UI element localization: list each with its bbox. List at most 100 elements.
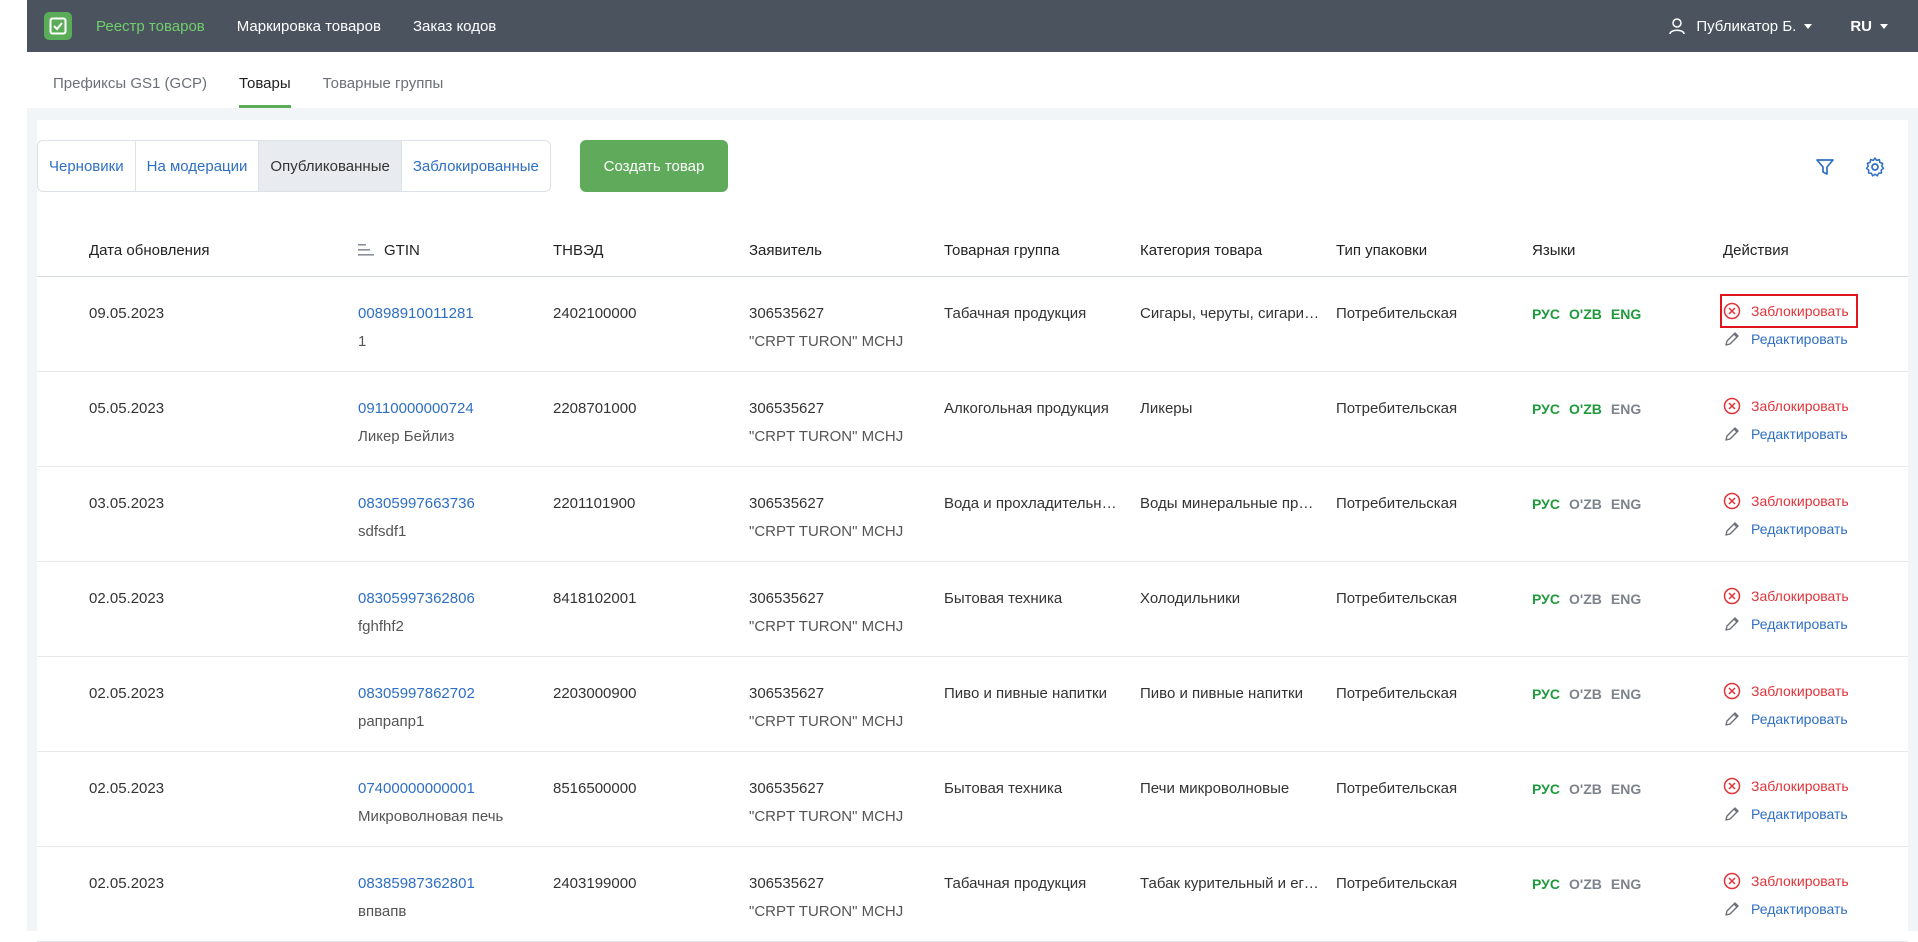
language-badge: O'ZB bbox=[1568, 876, 1602, 892]
filter-icon[interactable] bbox=[1814, 156, 1838, 180]
applicant-id: 306535627 bbox=[749, 685, 825, 702]
products-panel: Черновики На модерации Опубликованные За… bbox=[37, 120, 1908, 942]
table-body: 09.05.2023 00898910011281 1 2402100000 3… bbox=[37, 277, 1908, 942]
sort-icon[interactable] bbox=[358, 243, 376, 257]
edit-button[interactable]: Редактировать bbox=[1723, 895, 1849, 923]
applicant-name: "CRPT TURON" MCHJ bbox=[749, 523, 904, 540]
block-label: Заблокировать bbox=[1751, 683, 1849, 699]
checklist-icon[interactable] bbox=[44, 12, 72, 40]
cell-category: Печи микроволновые bbox=[1140, 780, 1290, 797]
language-badges: РУС O'ZB ENG bbox=[1532, 775, 1650, 803]
block-label: Заблокировать bbox=[1751, 778, 1849, 794]
gtin-link[interactable]: 00898910011281 bbox=[358, 300, 474, 328]
language-badge: O'ZB bbox=[1568, 591, 1602, 607]
status-tab-blocked[interactable]: Заблокированные bbox=[402, 141, 550, 191]
cell-category: Ликеры bbox=[1140, 400, 1193, 417]
language-badge: ENG bbox=[1610, 876, 1642, 892]
block-button[interactable]: Заблокировать bbox=[1723, 392, 1849, 420]
block-button[interactable]: Заблокировать bbox=[1723, 582, 1849, 610]
create-product-button[interactable]: Создать товар bbox=[580, 140, 728, 192]
nav-product-marking[interactable]: Маркировка товаров bbox=[237, 18, 381, 35]
cell-languages: РУС O'ZB ENG bbox=[1532, 490, 1650, 518]
cell-package-type: Потребительская bbox=[1336, 780, 1458, 797]
cell-package-type: Потребительская bbox=[1336, 305, 1458, 322]
header-category[interactable]: Категория товара bbox=[1140, 224, 1320, 276]
cell-gtin: 07400000000001 Микроволновая печь bbox=[358, 775, 503, 831]
language-badge: РУС bbox=[1532, 686, 1560, 702]
tab-products[interactable]: Товары bbox=[239, 75, 291, 108]
applicant-id: 306535627 bbox=[749, 875, 825, 892]
edit-label: Редактировать bbox=[1751, 806, 1848, 822]
table-row: 02.05.2023 08305997862702 рапрапр1 22030… bbox=[37, 657, 1908, 752]
close-circle-icon bbox=[1723, 302, 1741, 320]
cell-product-group: Табачная продукция bbox=[944, 875, 1087, 892]
cell-languages: РУС O'ZB ENG bbox=[1532, 870, 1650, 898]
language-badge: O'ZB bbox=[1568, 686, 1602, 702]
edit-button[interactable]: Редактировать bbox=[1723, 325, 1855, 353]
edit-button[interactable]: Редактировать bbox=[1723, 610, 1849, 638]
header-package-type[interactable]: Тип упаковки bbox=[1336, 224, 1427, 276]
status-tab-moderation[interactable]: На модерации bbox=[136, 141, 260, 191]
gtin-link[interactable]: 08385987362801 bbox=[358, 870, 475, 898]
cell-applicant: 306535627 "CRPT TURON" MCHJ bbox=[749, 775, 903, 831]
block-button[interactable]: Заблокировать bbox=[1720, 294, 1858, 328]
product-name: Микроволновая печь bbox=[358, 808, 504, 825]
block-button[interactable]: Заблокировать bbox=[1723, 677, 1849, 705]
gtin-link[interactable]: 08305997362806 bbox=[358, 585, 475, 613]
nav-product-registry[interactable]: Реестр товаров bbox=[96, 18, 205, 35]
applicant-id: 306535627 bbox=[749, 780, 825, 797]
gtin-link[interactable]: 07400000000001 bbox=[358, 775, 503, 803]
gtin-link[interactable]: 08305997663736 bbox=[358, 490, 475, 518]
header-date[interactable]: Дата обновления bbox=[89, 224, 209, 276]
language-switcher[interactable]: RU bbox=[1850, 18, 1888, 35]
cell-gtin: 08305997663736 sdfsdf1 bbox=[358, 490, 475, 546]
user-menu[interactable]: Публикатор Б. bbox=[1668, 17, 1813, 35]
edit-button[interactable]: Редактировать bbox=[1723, 420, 1849, 448]
top-right: Публикатор Б. RU bbox=[1668, 0, 1888, 52]
header-product-group[interactable]: Товарная группа bbox=[944, 224, 1124, 276]
header-applicant[interactable]: Заявитель bbox=[749, 224, 822, 276]
status-tab-published[interactable]: Опубликованные bbox=[259, 141, 402, 191]
cell-gtin: 00898910011281 1 bbox=[358, 300, 474, 356]
status-tab-drafts[interactable]: Черновики bbox=[38, 141, 136, 191]
cell-product-group: Табачная продукция bbox=[944, 305, 1087, 322]
cell-package-type: Потребительская bbox=[1336, 685, 1458, 702]
cell-tnved: 8516500000 bbox=[553, 780, 637, 797]
gtin-link[interactable]: 09110000000724 bbox=[358, 395, 474, 423]
block-button[interactable]: Заблокировать bbox=[1723, 867, 1849, 895]
table-row: 09.05.2023 00898910011281 1 2402100000 3… bbox=[37, 277, 1908, 372]
block-button[interactable]: Заблокировать bbox=[1723, 772, 1849, 800]
sub-nav: Префиксы GS1 (GCP) Товары Товарные групп… bbox=[27, 52, 1918, 108]
header-tnved[interactable]: ТНВЭД bbox=[553, 224, 603, 276]
block-button[interactable]: Заблокировать bbox=[1723, 487, 1849, 515]
cell-gtin: 08305997862702 рапрапр1 bbox=[358, 680, 475, 736]
tab-product-groups[interactable]: Товарные группы bbox=[323, 75, 444, 108]
cell-tnved: 2203000900 bbox=[553, 685, 637, 702]
cell-product-group: Вода и прохладительные напитки bbox=[944, 495, 1124, 512]
cell-gtin: 08305997362806 fghfhf2 bbox=[358, 585, 475, 641]
gtin-link[interactable]: 08305997862702 bbox=[358, 680, 475, 708]
edit-button[interactable]: Редактировать bbox=[1723, 800, 1849, 828]
cell-actions: Заблокировать Редактировать bbox=[1723, 677, 1849, 733]
tab-gs1-prefixes[interactable]: Префиксы GS1 (GCP) bbox=[53, 75, 207, 108]
cell-date: 02.05.2023 bbox=[89, 875, 165, 892]
edit-button[interactable]: Редактировать bbox=[1723, 515, 1849, 543]
language-badge: РУС bbox=[1532, 496, 1560, 512]
cell-gtin: 08385987362801 впвапв bbox=[358, 870, 475, 926]
cell-languages: РУС O'ZB ENG bbox=[1532, 680, 1650, 708]
language-badges: РУС O'ZB ENG bbox=[1532, 300, 1650, 328]
edit-label: Редактировать bbox=[1751, 426, 1848, 442]
nav-code-order[interactable]: Заказ кодов bbox=[413, 18, 496, 35]
pencil-icon bbox=[1725, 712, 1739, 726]
product-name: рапрапр1 bbox=[358, 713, 425, 730]
pencil-icon bbox=[1725, 332, 1739, 346]
cell-product-group: Бытовая техника bbox=[944, 780, 1063, 797]
gear-icon[interactable] bbox=[1864, 156, 1888, 180]
applicant-id: 306535627 bbox=[749, 400, 825, 417]
product-name: sdfsdf1 bbox=[358, 523, 407, 540]
edit-button[interactable]: Редактировать bbox=[1723, 705, 1849, 733]
table-row: 03.05.2023 08305997663736 sdfsdf1 220110… bbox=[37, 467, 1908, 562]
pencil-icon bbox=[1725, 807, 1739, 821]
language-badge: O'ZB bbox=[1568, 401, 1602, 417]
header-gtin[interactable]: GTIN bbox=[358, 224, 420, 276]
